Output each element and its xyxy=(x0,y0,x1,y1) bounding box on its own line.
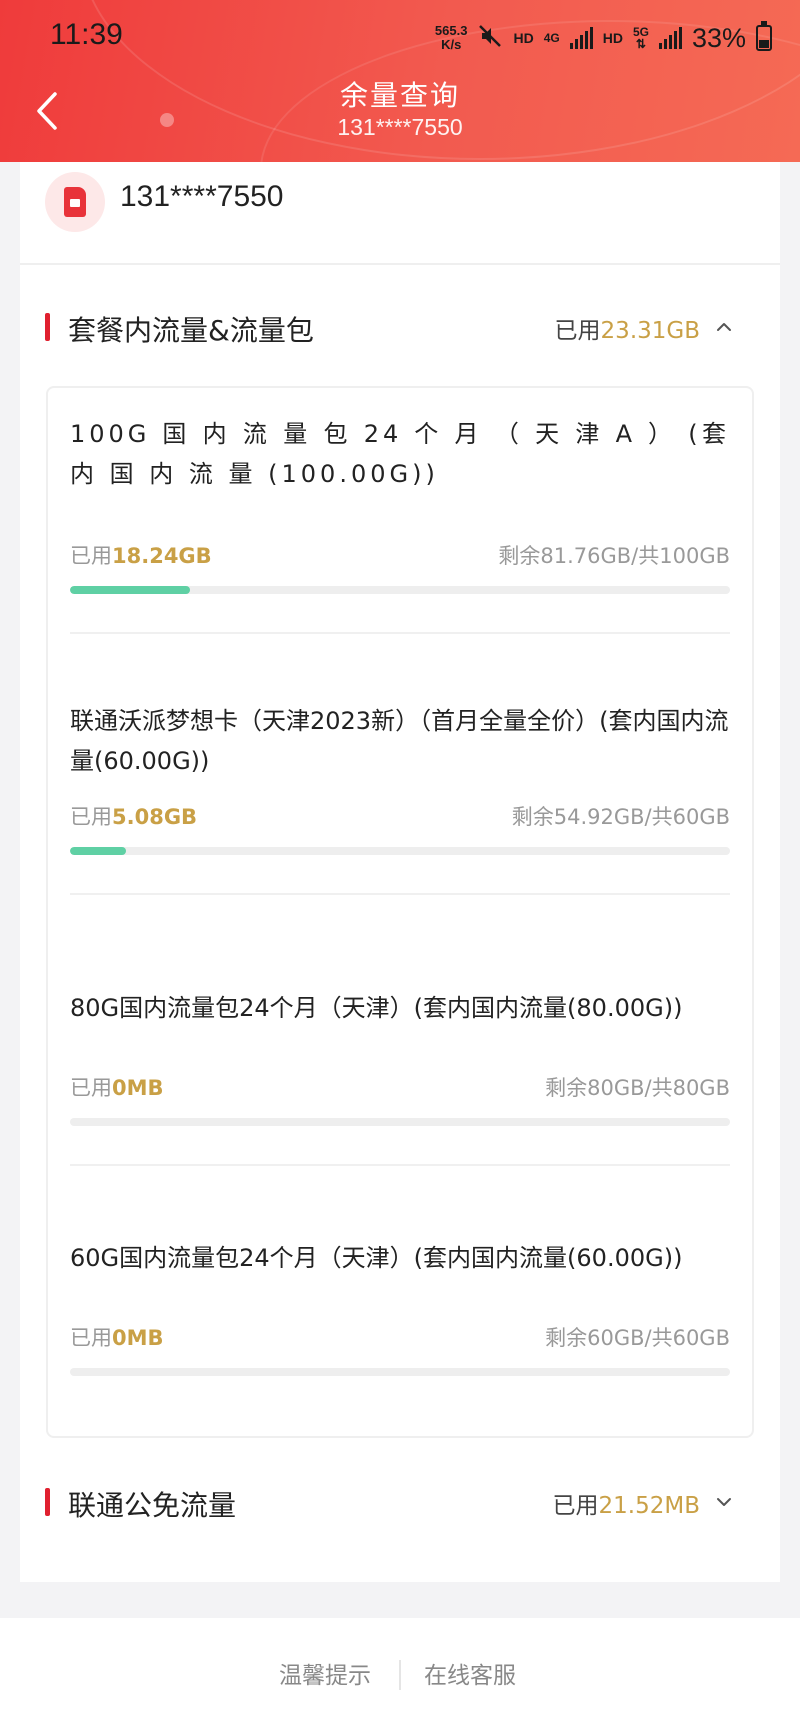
status-time: 11:39 xyxy=(50,18,123,51)
usage-progress-bar xyxy=(70,847,730,855)
section-header-free-data[interactable]: 联通公免流量 已用21.52MB xyxy=(20,1472,780,1532)
network-speed: 565.3 K/s xyxy=(435,24,468,52)
package-item: 80G国内流量包24个月（天津）(套内国内流量(80.00G)) 已用0MB 剩… xyxy=(70,988,730,1218)
usage-progress-bar xyxy=(70,1368,730,1376)
signal-icon xyxy=(569,27,593,49)
hd-label: HD xyxy=(513,30,534,46)
signal-icon xyxy=(658,27,682,49)
network-4g-indicator: 4G xyxy=(544,32,560,44)
footer-divider xyxy=(399,1660,401,1690)
section-title: 联通公免流量 xyxy=(68,1489,237,1522)
app-header: 11:39 565.3 K/s HD 4G HD 5G ⇅ 33% 余量查询 1… xyxy=(0,0,800,162)
network-speed-unit: K/s xyxy=(441,37,462,52)
online-service-link[interactable]: 在线客服 xyxy=(424,1656,516,1690)
section-used-summary: 已用23.31GB xyxy=(555,311,700,345)
package-item: 60G国内流量包24个月（天津）(套内国内流量(60.00G)) 已用0MB 剩… xyxy=(70,1238,730,1438)
page-subtitle: 131****7550 xyxy=(337,114,463,140)
tips-link[interactable]: 温馨提示 xyxy=(279,1656,371,1690)
package-name: 80G国内流量包24个月（天津）(套内国内流量(80.00G)) xyxy=(70,994,683,1022)
package-item: 联通沃派梦想卡（天津2023新）（首月全量全价）(套内国内流量(60.00G))… xyxy=(70,701,730,961)
status-bar: 11:39 565.3 K/s HD 4G HD 5G ⇅ 33% xyxy=(0,0,800,76)
package-remaining: 剩余54.92GB/共60GB xyxy=(511,805,730,829)
data-arrows-icon: ⇅ xyxy=(635,37,646,51)
section-title: 套餐内流量&流量包 xyxy=(68,314,314,347)
usage-progress-bar xyxy=(70,1118,730,1126)
network-5g-indicator: 5G ⇅ xyxy=(633,26,649,50)
package-name: 联通沃派梦想卡（天津2023新）（首月全量全价）(套内国内流量(60.00G)) xyxy=(70,707,729,775)
package-remaining: 剩余80GB/共80GB xyxy=(545,1076,730,1100)
divider xyxy=(70,893,730,895)
battery-icon xyxy=(756,21,772,51)
package-used: 已用18.24GB xyxy=(70,540,212,570)
mute-icon xyxy=(477,23,503,54)
page-title: 余量查询 xyxy=(339,79,460,112)
used-label: 已用 xyxy=(554,318,601,344)
usage-progress-fill xyxy=(70,847,126,855)
used-value: 18.24GB xyxy=(112,544,212,568)
used-value: 0MB xyxy=(112,1076,164,1100)
package-remaining: 剩余81.76GB/共100GB xyxy=(498,544,730,568)
used-value: 23.31GB xyxy=(600,318,700,344)
chevron-down-icon[interactable] xyxy=(714,1492,734,1512)
used-label: 已用 xyxy=(70,544,112,568)
usage-progress-bar xyxy=(70,586,730,594)
used-label: 已用 xyxy=(70,1076,112,1100)
package-used: 已用0MB xyxy=(70,1072,164,1102)
package-remaining: 剩余60GB/共60GB xyxy=(545,1326,730,1350)
network-4g-label: 4G xyxy=(543,31,560,45)
chevron-up-icon[interactable] xyxy=(714,317,734,337)
section-header-package-data[interactable]: 套餐内流量&流量包 已用23.31GB xyxy=(20,297,780,357)
used-value: 0MB xyxy=(112,1326,164,1350)
main-card: 131****7550 套餐内流量&流量包 已用23.31GB 100G 国 内… xyxy=(20,162,780,1582)
section-marker xyxy=(45,1488,50,1516)
sim-card-icon xyxy=(45,172,105,232)
used-label: 已用 xyxy=(70,805,112,829)
package-item: 100G 国 内 流 量 包 24 个 月 （ 天 津 A ） (套 内 国 内… xyxy=(70,414,730,674)
battery-percent: 33% xyxy=(691,22,746,53)
package-name: 100G 国 内 流 量 包 24 个 月 （ 天 津 A ） (套 内 国 内… xyxy=(70,420,730,488)
used-value: 5.08GB xyxy=(112,805,198,829)
usage-progress-fill xyxy=(70,586,191,594)
footer: 温馨提示 在线客服 xyxy=(0,1618,800,1733)
hd-label: HD xyxy=(602,30,623,46)
section-used-summary: 已用21.52MB xyxy=(553,1486,700,1520)
section-marker xyxy=(45,313,50,341)
package-used: 已用5.08GB xyxy=(70,801,197,831)
used-label: 已用 xyxy=(552,1493,599,1519)
network-speed-value: 565.3 xyxy=(434,23,468,38)
package-used: 已用0MB xyxy=(70,1322,164,1352)
divider xyxy=(70,1164,730,1166)
account-number: 131****7550 xyxy=(120,180,284,213)
package-list: 100G 国 内 流 量 包 24 个 月 （ 天 津 A ） (套 内 国 内… xyxy=(46,386,754,1438)
account-row: 131****7550 xyxy=(20,162,780,265)
status-icons: 565.3 K/s HD 4G HD 5G ⇅ 33% xyxy=(435,20,772,56)
used-value: 21.52MB xyxy=(598,1493,700,1519)
package-name: 60G国内流量包24个月（天津）(套内国内流量(60.00G)) xyxy=(70,1244,683,1272)
used-label: 已用 xyxy=(70,1326,112,1350)
divider xyxy=(70,632,730,634)
